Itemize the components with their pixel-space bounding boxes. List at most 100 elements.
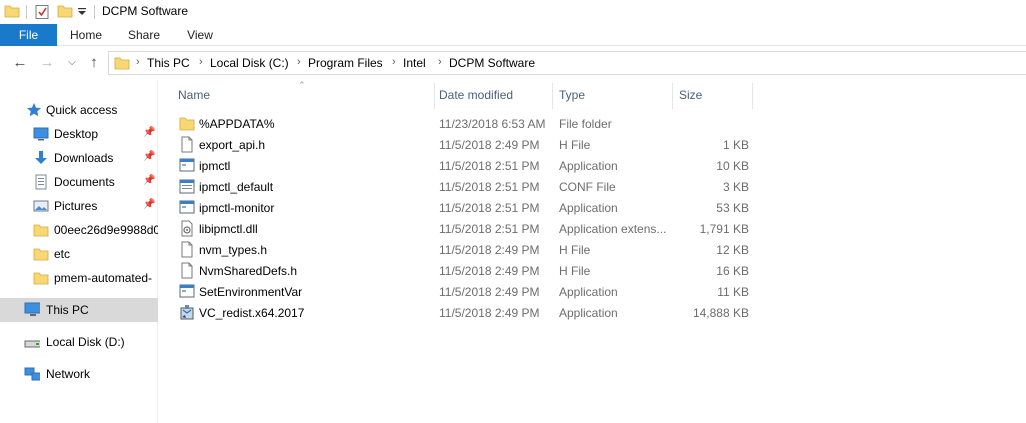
breadcrumb-intel[interactable]: Intel <box>403 56 426 70</box>
file-size: 1,791 KB <box>699 222 749 236</box>
table-row[interactable]: VC_redist.x64.2017 11/5/2018 2:49 PM App… <box>174 302 754 323</box>
table-row[interactable]: ipmctl-monitor 11/5/2018 2:51 PM Applica… <box>174 197 754 218</box>
sidebar-item-label: Pictures <box>54 199 98 213</box>
sidebar-item-folder-00eec26d[interactable]: 00eec26d9e9988d08 <box>0 219 158 241</box>
file-date: 11/5/2018 2:49 PM <box>439 306 540 320</box>
documents-icon <box>35 174 47 190</box>
tab-share[interactable]: Share <box>122 24 166 46</box>
sidebar-item-etc[interactable]: etc <box>0 243 158 265</box>
table-row[interactable]: NvmSharedDefs.h 11/5/2018 2:49 PM H File… <box>174 260 754 281</box>
sidebar-item-local-disk-d[interactable]: Local Disk (D:) <box>0 331 158 353</box>
sidebar-item-label: 00eec26d9e9988d08 <box>54 223 158 237</box>
new-folder-icon[interactable] <box>57 4 73 18</box>
file-name: nvm_types.h <box>199 243 268 257</box>
properties-icon[interactable] <box>34 4 50 20</box>
file-icon <box>181 241 193 258</box>
folder-icon <box>114 57 130 70</box>
column-divider[interactable] <box>434 83 435 109</box>
file-date: 11/5/2018 2:49 PM <box>439 264 540 278</box>
divider <box>26 5 27 19</box>
pin-icon[interactable]: 📌 <box>143 127 155 139</box>
file-date: 11/5/2018 2:51 PM <box>439 222 540 236</box>
column-header-name[interactable]: Name <box>178 88 210 108</box>
chevron-right-icon[interactable]: › <box>297 56 301 68</box>
folder-icon <box>33 272 49 285</box>
sidebar-item-downloads[interactable]: Downloads 📌 <box>0 147 158 169</box>
file-size: 10 KB <box>716 159 749 173</box>
table-row[interactable]: ipmctl_default 11/5/2018 2:51 PM CONF Fi… <box>174 176 754 197</box>
file-size: 16 KB <box>716 264 749 278</box>
chevron-right-icon[interactable]: › <box>438 56 442 68</box>
sidebar-item-pictures[interactable]: Pictures 📌 <box>0 195 158 217</box>
file-type: Application <box>559 201 618 215</box>
breadcrumb-this-pc[interactable]: This PC <box>147 56 190 70</box>
sidebar-item-this-pc[interactable]: This PC <box>0 298 158 322</box>
up-arrow-icon[interactable]: ↑ <box>85 54 103 72</box>
sidebar-item-network[interactable]: Network <box>0 363 158 385</box>
breadcrumb-dcpm-software[interactable]: DCPM Software <box>449 56 535 70</box>
file-size: 11 KB <box>717 285 749 299</box>
column-header-size[interactable]: Size <box>679 88 702 108</box>
recent-locations-chevron-icon[interactable]: ⌵ <box>63 54 81 72</box>
file-name: export_api.h <box>199 138 266 152</box>
sidebar-item-pmem-automated[interactable]: pmem-automated- <box>0 267 158 289</box>
column-header-date-modified[interactable]: Date modified <box>439 88 513 108</box>
table-row[interactable]: nvm_types.h 11/5/2018 2:49 PM H File 12 … <box>174 239 754 260</box>
file-name: VC_redist.x64.2017 <box>199 306 305 320</box>
pictures-icon <box>33 200 49 212</box>
desktop-icon <box>33 127 49 141</box>
file-type: H File <box>559 243 591 257</box>
back-arrow-icon[interactable]: ← <box>11 54 29 72</box>
sidebar-item-documents[interactable]: Documents 📌 <box>0 171 158 193</box>
sidebar-item-label: Network <box>46 367 91 381</box>
chevron-right-icon[interactable]: › <box>392 56 396 68</box>
sidebar-item-label: Desktop <box>54 127 99 141</box>
column-divider[interactable] <box>552 83 553 109</box>
navigation-pane: Quick access Desktop 📌 Downloads 📌 Docum… <box>0 80 158 423</box>
forward-arrow-icon[interactable]: → <box>38 54 56 72</box>
customize-dropdown-icon[interactable] <box>77 7 87 17</box>
pin-icon[interactable]: 📌 <box>143 151 155 163</box>
file-list: ⌃ Name Date modified Type Size %APPDATA%… <box>160 80 1026 423</box>
sort-ascending-icon: ⌃ <box>298 80 306 90</box>
dll-icon <box>181 220 193 237</box>
file-size: 12 KB <box>716 243 749 257</box>
column-divider[interactable] <box>672 83 673 109</box>
file-name: ipmctl-monitor <box>199 201 275 215</box>
file-date: 11/23/2018 6:53 AM <box>439 117 546 131</box>
chevron-right-icon[interactable]: › <box>136 56 140 68</box>
column-divider[interactable] <box>752 83 753 109</box>
sidebar-item-quick-access[interactable]: Quick access <box>0 99 158 121</box>
file-icon <box>181 136 193 153</box>
tab-file[interactable]: File <box>0 24 57 46</box>
file-type: Application <box>559 285 618 299</box>
table-row[interactable]: ipmctl 11/5/2018 2:51 PM Application 10 … <box>174 155 754 176</box>
table-row[interactable]: SetEnvironmentVar 11/5/2018 2:49 PM Appl… <box>174 281 754 302</box>
tab-view[interactable]: View <box>180 24 220 46</box>
pin-icon[interactable]: 📌 <box>143 199 155 211</box>
network-icon <box>24 367 40 381</box>
column-header-type[interactable]: Type <box>559 88 585 108</box>
breadcrumb-local-disk-c[interactable]: Local Disk (C:) <box>210 56 289 70</box>
star-icon <box>27 103 41 117</box>
table-row[interactable]: %APPDATA% 11/23/2018 6:53 AM File folder <box>174 113 754 134</box>
table-row[interactable]: libipmctl.dll 11/5/2018 2:51 PM Applicat… <box>174 218 754 239</box>
breadcrumb-program-files[interactable]: Program Files <box>308 56 383 70</box>
file-name: NvmSharedDefs.h <box>199 264 298 278</box>
file-type: Application <box>559 159 618 173</box>
pin-icon[interactable]: 📌 <box>143 175 155 187</box>
folder-icon <box>179 117 195 131</box>
computer-icon <box>24 302 40 316</box>
chevron-right-icon[interactable]: › <box>199 56 203 68</box>
file-date: 11/5/2018 2:49 PM <box>439 138 540 152</box>
ribbon-tabs: File Home Share View <box>0 24 1026 46</box>
file-name: ipmctl <box>199 159 231 173</box>
file-size: 1 KB <box>722 138 749 152</box>
folder-icon <box>33 248 49 261</box>
table-row[interactable]: export_api.h 11/5/2018 2:49 PM H File 1 … <box>174 134 754 155</box>
tab-home[interactable]: Home <box>64 24 108 46</box>
sidebar-item-desktop[interactable]: Desktop 📌 <box>0 123 158 145</box>
address-bar[interactable]: › This PC › Local Disk (C:) › Program Fi… <box>108 51 1026 75</box>
file-type: H File <box>559 138 591 152</box>
file-date: 11/5/2018 2:51 PM <box>439 159 540 173</box>
